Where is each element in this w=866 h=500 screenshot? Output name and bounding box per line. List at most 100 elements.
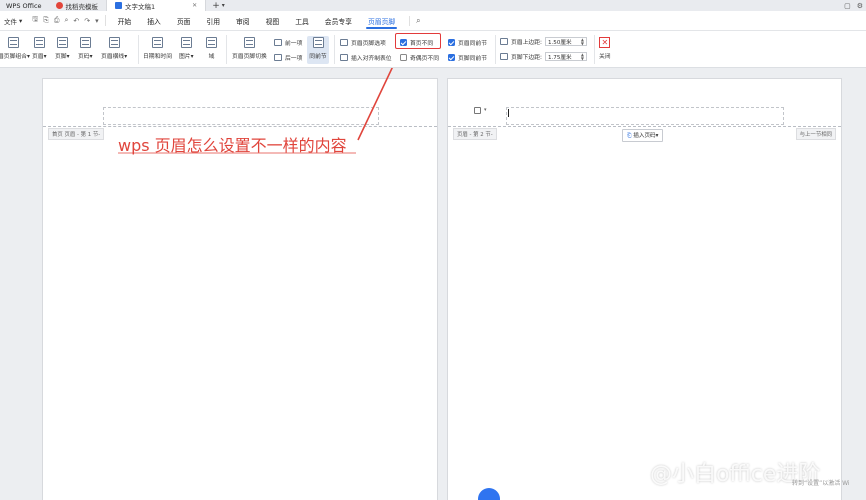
document-workspace[interactable]: 首页 页眉 - 第 1 节- ▾ 页眉 - 第 2 节- ⎗ 插入页码▾ 与上一… (0, 68, 866, 500)
divider (495, 35, 496, 64)
menu-insert[interactable]: 插入 (139, 11, 169, 31)
text-cursor (508, 109, 509, 117)
divider (594, 35, 595, 64)
margin-label: 页眉上边距: (511, 40, 542, 46)
chevron-down-icon: ▾ (19, 16, 23, 25)
menu-page[interactable]: 页面 (169, 11, 199, 31)
header-same-as-previous-checkbox[interactable]: 页眉同前节 (448, 38, 487, 47)
spinner-arrows-icon[interactable]: ▲ ▼ (581, 52, 584, 61)
button-label: 插入对齐制表位 (351, 56, 392, 62)
insert-page-number-button[interactable]: ⎗ 插入页码▾ (622, 129, 664, 142)
tab-document[interactable]: 文字文稿1 ✕ (107, 0, 207, 11)
menu-home[interactable]: 开始 (110, 11, 140, 31)
page-number-button[interactable]: 页码▾ (78, 37, 93, 60)
header-footer-combo-icon (8, 37, 20, 48)
picture-button[interactable]: 图片▾ (179, 37, 194, 60)
menu-member[interactable]: 会员专享 (317, 11, 360, 31)
margin-label: 页脚下边距: (511, 55, 542, 61)
close-icon[interactable]: ✕ (192, 2, 197, 9)
annotation-text: wps 页眉怎么设置不一样的内容 (118, 136, 347, 155)
search-icon[interactable]: ⌕ (409, 15, 421, 26)
highlight-box (395, 33, 441, 49)
more-icon[interactable]: ▾ (95, 17, 99, 25)
header-footer-switch-button[interactable]: 页眉页脚切换 (232, 37, 267, 60)
margin-value: 1.50厘米 (547, 39, 572, 46)
button-label: 域 (208, 54, 215, 60)
insert-alignment-tab-button[interactable]: 插入对齐制表位 (340, 53, 392, 62)
settings-icon[interactable]: ⚙ (857, 2, 863, 10)
field-icon (206, 37, 217, 48)
checkbox-label: 奇偶页不同 (410, 56, 439, 62)
add-tab-button[interactable]: + ▾ (206, 0, 231, 11)
next-item-button[interactable]: 后一项 (274, 53, 302, 62)
footer-bottom-margin: 页脚下边距: 1.75厘米 ▲ ▼ (500, 52, 587, 61)
header-margin-input[interactable]: 1.50厘米 ▲ ▼ (544, 37, 587, 46)
file-menu[interactable]: 文件 ▾ (0, 16, 26, 26)
picture-icon[interactable] (474, 107, 481, 114)
picture-icon (180, 37, 192, 48)
next-icon (274, 54, 282, 61)
divider (334, 35, 335, 64)
menu-tools[interactable]: 工具 (287, 11, 317, 31)
button-label: 页眉▾ (32, 54, 47, 60)
header-footer-combo-button[interactable]: 眉页脚组合▾ (0, 37, 30, 60)
save-icon[interactable]: 🖫 (32, 15, 38, 26)
file-label: 文件 (4, 17, 17, 26)
page-1-header-label: 首页 页眉 - 第 1 节- (48, 128, 105, 140)
footer-button[interactable]: 页脚▾ (55, 37, 70, 60)
menu-bar: 文件 ▾ 🖫 ⎘ ⎙ ⌕ ↶ ↷ ▾ 开始 插入 页面 引用 审阅 视图 工具 … (0, 11, 866, 31)
field-button[interactable]: 域 (206, 37, 217, 60)
footer-icon (56, 37, 68, 48)
header-footer-options-button[interactable]: 页眉页脚选项 (340, 38, 386, 47)
wps-red-icon (55, 2, 63, 9)
footer-margin-input[interactable]: 1.75厘米 ▲ ▼ (544, 52, 587, 61)
wps-writer-icon (115, 2, 123, 9)
button-label: 日期和时间 (143, 54, 172, 60)
odd-even-different-checkbox[interactable]: 奇偶页不同 (400, 53, 439, 62)
button-label: 眉页脚组合▾ (0, 54, 30, 60)
previous-icon (274, 39, 282, 46)
date-time-button[interactable]: 日期和时间 (143, 37, 172, 60)
margin-value: 1.75厘米 (547, 54, 572, 61)
button-label: 页眉页脚切换 (232, 54, 267, 60)
header-line-icon (108, 37, 120, 48)
close-header-footer-button[interactable]: ✕ 关闭 (599, 37, 611, 60)
export-icon[interactable]: ⎘ (43, 16, 49, 25)
print-icon[interactable]: ⎙ (54, 16, 60, 25)
header-top-margin: 页眉上边距: 1.50厘米 ▲ ▼ (500, 37, 587, 46)
menu-header-footer[interactable]: 页眉页脚 (360, 11, 403, 31)
checkbox-checked-icon (448, 54, 455, 61)
footer-same-as-previous-checkbox[interactable]: 页脚同前节 (448, 53, 487, 62)
undo-icon[interactable]: ↶ (73, 17, 79, 25)
previous-item-button[interactable]: 前一项 (274, 38, 302, 47)
page-number-icon (79, 37, 91, 48)
tab-label: 文字文稿1 (125, 2, 156, 11)
page-2-header-textbox[interactable] (506, 107, 784, 125)
chevron-down-icon[interactable]: ▾ (484, 107, 487, 113)
button-label: 页眉横线▾ (101, 54, 128, 60)
footer-margin-icon (500, 53, 508, 60)
preview-icon[interactable]: ⌕ (64, 16, 68, 25)
menu-review[interactable]: 审阅 (228, 11, 258, 31)
menu-reference[interactable]: 引用 (198, 11, 228, 31)
main-menu: 开始 插入 页面 引用 审阅 视图 工具 会员专享 页眉页脚 ⌕ (110, 11, 421, 31)
restore-icon[interactable]: ▢ (844, 2, 851, 10)
same-as-previous-label: 与上一节相同 (795, 128, 836, 140)
app-name[interactable]: WPS Office (0, 0, 48, 11)
redo-icon[interactable]: ↷ (84, 17, 90, 25)
spinner-arrows-icon[interactable]: ▲ ▼ (581, 37, 584, 46)
checkbox-label: 页脚同前节 (458, 56, 487, 62)
menu-view[interactable]: 视图 (258, 11, 288, 31)
header-button[interactable]: 页眉▾ (32, 37, 47, 60)
options-icon (340, 39, 348, 46)
page-1-header-textbox[interactable] (103, 107, 379, 125)
document-page-2[interactable]: ▾ 页眉 - 第 2 节- ⎗ 插入页码▾ 与上一节相同 (447, 78, 842, 500)
calendar-icon (152, 37, 163, 48)
tab-stop-icon (340, 54, 348, 61)
tab-template[interactable]: 找稻壳模板 (48, 0, 108, 11)
button-label: 前一项 (285, 41, 303, 47)
link-to-previous-button[interactable]: 同前节 (307, 36, 329, 64)
chevron-down-icon: ▾ (221, 2, 225, 9)
page-number-icon: ⎗ (627, 133, 632, 139)
header-line-button[interactable]: 页眉横线▾ (101, 37, 127, 60)
